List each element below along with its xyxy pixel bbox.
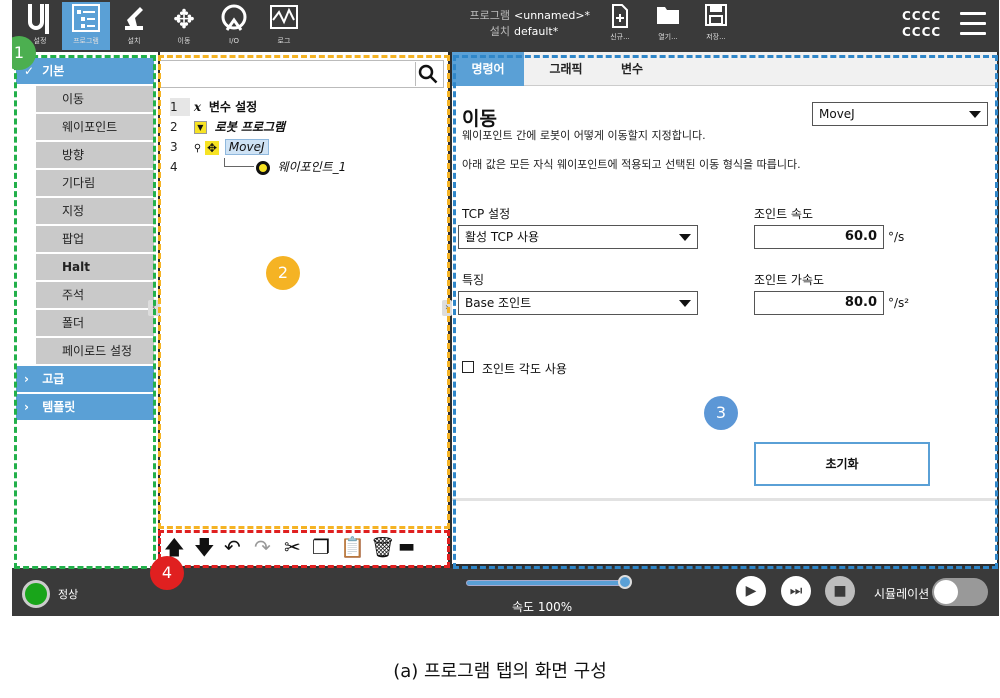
program-key: 프로그램 <box>469 9 510 22</box>
save-button[interactable]: 저장... <box>696 4 736 42</box>
annotation-box-1 <box>14 55 156 569</box>
annotation-badge-2: 2 <box>266 256 300 290</box>
program-name: <unnamed>* <box>514 9 591 22</box>
step-button[interactable]: ⏭ <box>781 576 811 606</box>
nav-label: 이동 <box>177 37 191 45</box>
nav-program[interactable]: 프로그램 <box>62 2 110 50</box>
annotation-box-4 <box>158 530 450 568</box>
open-label: 열기... <box>658 33 678 41</box>
program-info: 프로그램 <unnamed>* 설치 default* <box>462 8 591 40</box>
new-file-icon <box>600 4 640 32</box>
speed-text: 속도 100% <box>512 600 573 614</box>
save-label: 저장... <box>706 33 726 41</box>
robot-arm-icon <box>110 2 158 36</box>
annotation-badge-3: 3 <box>704 396 738 430</box>
play-button[interactable]: ▶ <box>736 576 766 606</box>
stop-button[interactable]: ■ <box>825 576 855 606</box>
move-arrows-icon: ✥ <box>173 5 195 35</box>
hamburger-menu-icon[interactable] <box>960 12 986 36</box>
nav-io[interactable]: I/O <box>210 2 258 50</box>
open-button[interactable]: 열기... <box>648 4 688 42</box>
top-bar: 설정 프로그램 설치 ✥ 이동 I/O 로그 프로그램 <unnamed>* 설… <box>12 0 999 52</box>
figure-caption: (a) 프로그램 탭의 화면 구성 <box>393 661 607 682</box>
robot-id: CCCC CCCC <box>902 8 941 40</box>
log-icon <box>260 2 308 36</box>
program-icon <box>62 2 110 36</box>
new-label: 신규... <box>610 33 630 41</box>
install-name: default* <box>514 25 559 38</box>
nav-log[interactable]: 로그 <box>260 2 308 50</box>
speed-slider-handle[interactable] <box>618 575 632 589</box>
nav-label: I/O <box>229 37 239 45</box>
simulation-toggle[interactable] <box>932 578 988 606</box>
io-icon <box>210 2 258 36</box>
ur-polyscope-screen: 설정 프로그램 설치 ✥ 이동 I/O 로그 프로그램 <unnamed>* 설… <box>12 0 999 616</box>
new-button[interactable]: 신규... <box>600 4 640 42</box>
nav-move[interactable]: ✥ 이동 <box>160 2 208 50</box>
nav-label: 설치 <box>127 37 141 45</box>
nav-label: 프로그램 <box>73 37 99 45</box>
status-text: 정상 <box>58 588 79 601</box>
simulation-label: 시뮬레이션 <box>874 587 930 601</box>
nav-install[interactable]: 설치 <box>110 2 158 50</box>
speed-slider[interactable] <box>466 580 626 586</box>
annotation-badge-4: 4 <box>150 556 184 590</box>
annotation-box-3 <box>453 55 998 569</box>
nav-label: 로그 <box>277 37 291 45</box>
annotation-box-2 <box>158 55 450 529</box>
status-indicator-icon <box>22 580 50 608</box>
robot-id-line2: CCCC <box>902 25 942 39</box>
ur-logo-icon <box>16 2 64 36</box>
save-icon <box>696 4 736 32</box>
robot-id-line1: CCCC <box>902 9 942 23</box>
install-key: 설치 <box>489 25 510 38</box>
open-folder-icon <box>648 4 688 32</box>
